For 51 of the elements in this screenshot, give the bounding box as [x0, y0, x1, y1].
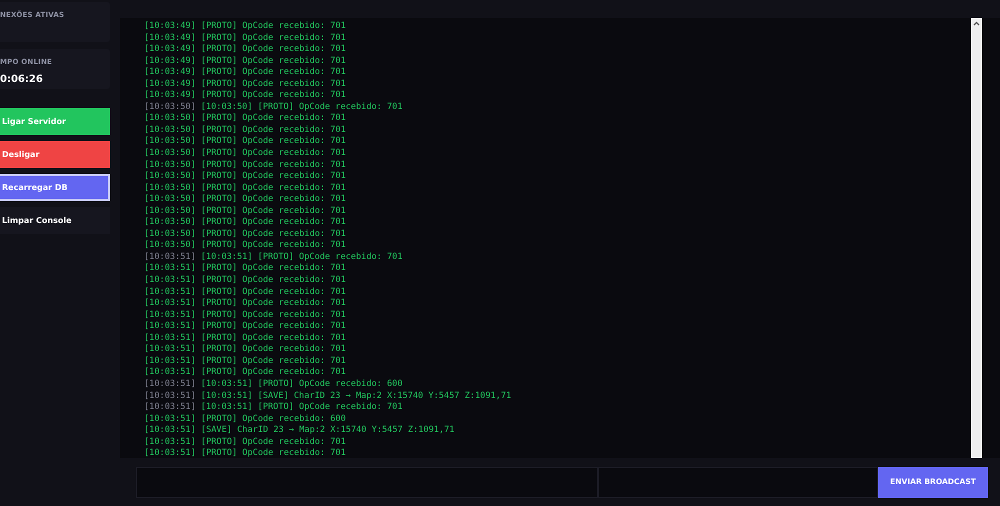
log-line: [10:03:50] [PROTO] OpCode recebido: 701 — [144, 148, 346, 158]
log-line: [10:03:51] [PROTO] OpCode recebido: 701 — [144, 263, 346, 274]
log-line: [10:03:49] [PROTO] OpCode recebido: 701 — [144, 56, 346, 66]
action-button[interactable]: Limpar Console — [0, 207, 110, 234]
log-line: [10:03:51] [PROTO] OpCode recebido: 701 — [144, 298, 346, 308]
log-prefix: [10:03:51] — [144, 390, 196, 400]
log-line: [10:03:51] [PROTO] OpCode recebido: 701 — [144, 332, 346, 343]
scrollbar[interactable] — [971, 18, 982, 458]
log-line: [10:03:50] [PROTO] OpCode recebido: 701 — [144, 136, 346, 146]
log-line: [10:03:51] [PROTO] OpCode recebido: 600 — [200, 378, 403, 389]
log-line: [10:03:50] [PROTO] OpCode recebido: 701 — [144, 206, 346, 216]
log-line: [10:03:50] [PROTO] OpCode recebido: 701 — [144, 171, 346, 182]
log-line: [10:03:51] [PROTO] OpCode recebido: 600 — [144, 414, 346, 424]
log-line: [10:03:51] [PROTO] OpCode recebido: 701 — [144, 275, 346, 286]
log-line: [10:03:51] [PROTO] OpCode recebido: 701 — [144, 367, 346, 378]
log-prefix: [10:03:51] — [144, 378, 196, 389]
log-line: [10:03:51] [PROTO] OpCode recebido: 701 — [200, 402, 403, 412]
log-line: [10:03:51] [PROTO] OpCode recebido: 701 — [144, 448, 346, 458]
log-line: [10:03:50] [PROTO] OpCode recebido: 701 — [144, 182, 346, 193]
log-line: [10:03:50] [PROTO] OpCode recebido: 701 — [200, 102, 403, 112]
log-line: [10:03:51] [PROTO] OpCode recebido: 701 — [144, 310, 346, 320]
log-line: [10:03:51] [PROTO] OpCode recebido: 701 — [144, 344, 346, 354]
log-line: [10:03:51] [PROTO] OpCode recebido: 701 — [144, 321, 346, 332]
log-line: [10:03:50] [PROTO] OpCode recebido: 701 — [144, 124, 346, 135]
stat-value: 0:06:26 — [0, 72, 44, 86]
log-line: [10:03:50] [PROTO] OpCode recebido: 701 — [144, 240, 346, 250]
log-line: [10:03:49] [PROTO] OpCode recebido: 701 — [144, 44, 346, 54]
log-line: [10:03:49] [PROTO] OpCode recebido: 701 — [144, 32, 346, 43]
log-line: [10:03:49] [PROTO] OpCode recebido: 701 — [144, 78, 346, 89]
log-prefix: [10:03:51] — [144, 252, 196, 262]
log-line: [10:03:50] [PROTO] OpCode recebido: 701 — [144, 160, 346, 170]
log-line: [10:03:50] [PROTO] OpCode recebido: 701 — [144, 113, 346, 124]
log-line: [10:03:49] [PROTO] OpCode recebido: 701 — [144, 67, 346, 78]
log-line: [10:03:50] [PROTO] OpCode recebido: 701 — [144, 217, 346, 228]
action-button[interactable]: Desligar — [0, 141, 110, 168]
log-line: [10:03:51] [PROTO] OpCode recebido: 701 — [144, 356, 346, 366]
log-line: [10:03:51] [PROTO] OpCode recebido: 701 — [200, 252, 403, 262]
log-prefix: [10:03:51] — [144, 402, 196, 412]
log-prefix: [10:03:50] — [144, 102, 196, 112]
log-line: [10:03:49] [PROTO] OpCode recebido: 701 — [144, 90, 346, 100]
log-line: [10:03:51] [SAVE] CharID 23 → Map:2 X:15740 Y:5457 Z:1091,71 — [200, 390, 512, 400]
log-line: [10:03:51] [SAVE] CharID 23 → Map:2 X:15740 Y:5457 Z:1091,71 — [144, 425, 454, 436]
log-line: [10:03:49] [PROTO] OpCode recebido: 701 — [144, 21, 346, 31]
log-line: [10:03:50] [PROTO] OpCode recebido: 701 — [144, 228, 346, 239]
scroll-up-icon[interactable] — [973, 21, 980, 26]
action-button[interactable]: Ligar Servidor — [0, 108, 110, 135]
log-line: [10:03:51] [PROTO] OpCode recebido: 701 — [144, 286, 346, 297]
log-line: [10:03:50] [PROTO] OpCode recebido: 701 — [144, 194, 346, 204]
log-line: [10:03:51] [PROTO] OpCode recebido: 701 — [144, 436, 346, 447]
action-button[interactable]: Recarregar DB — [0, 174, 110, 201]
input-field[interactable] — [598, 466, 878, 498]
